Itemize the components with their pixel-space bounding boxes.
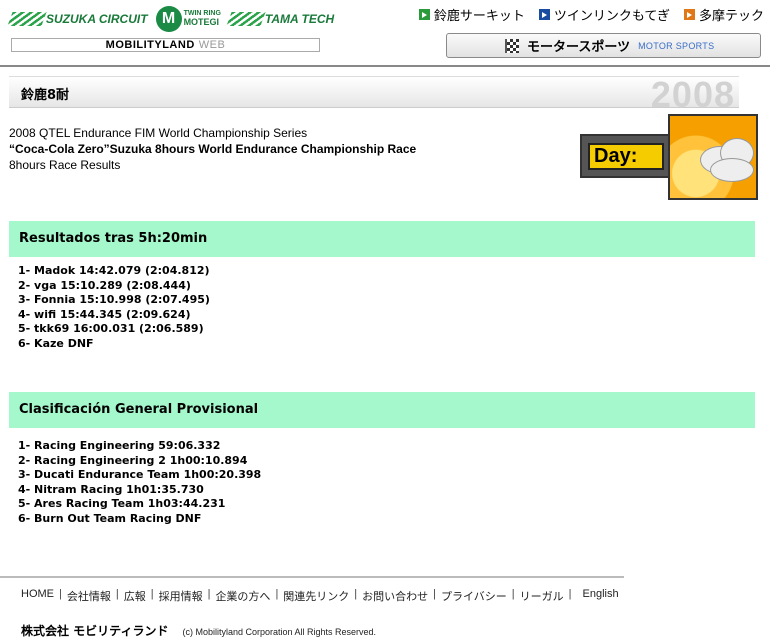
year-watermark: 2008 (650, 74, 735, 115)
partly-cloudy-icon (668, 114, 758, 200)
footer-link-recruit[interactable]: 採用情報 (159, 588, 203, 604)
checkered-flag-icon (505, 39, 519, 53)
list-item: 6- Kaze DNF (18, 336, 94, 350)
corporation-name: 株式会社 モビリティランド (21, 624, 169, 638)
top-link-suzuka[interactable]: 鈴鹿サーキット (418, 5, 525, 24)
green-arrow-icon (418, 9, 430, 20)
motegi-logo[interactable]: M TWIN RING MOTEGI (155, 6, 221, 32)
mobilityland-web-link[interactable]: MOBILITYLAND WEB (11, 38, 320, 52)
site-header: SUZUKA CIRCUIT M TWIN RING MOTEGI TAMA TE… (0, 0, 770, 67)
general-classification-list: 1- Racing Engineering 59:06.332 2- Racin… (18, 439, 261, 526)
list-item: 2- vga 15:10.289 (2:08.444) (18, 278, 191, 292)
list-item: 6- Burn Out Team Racing DNF (18, 511, 202, 525)
event-intro: 2008 QTEL Endurance FIM World Championsh… (9, 125, 416, 173)
race-name: “Coca-Cola Zero”Suzuka 8hours World Endu… (9, 142, 417, 156)
motegi-m-icon: M (155, 6, 182, 32)
header-divider (0, 65, 770, 67)
page-title-bar: 鈴鹿8耐 2008 (9, 74, 739, 115)
day-label: Day: (588, 143, 664, 170)
footer-link-related[interactable]: 関連先リンク (283, 588, 349, 604)
list-item: 3- Fonnia 15:10.998 (2:07.495) (18, 293, 210, 306)
suzuka-circuit-logo[interactable]: SUZUKA CIRCUIT (7, 12, 148, 26)
footer-link-home[interactable]: HOME (21, 588, 54, 604)
list-item: 5- tkk69 16:00.031 (2:06.589) (18, 322, 204, 335)
footer-link-privacy[interactable]: プライバシー (441, 588, 507, 604)
footer-link-business[interactable]: 企業の方へ (215, 588, 270, 604)
tamatech-logo[interactable]: TAMA TECH (226, 12, 334, 26)
list-item: 3- Ducati Endurance Team 1h00:20.398 (18, 468, 262, 481)
copyright: (c) Mobilityland Corporation All Rights … (182, 627, 377, 637)
footer-link-legal[interactable]: リーガル (520, 588, 564, 604)
top-link-motegi[interactable]: ツインリンクもてぎ (538, 5, 670, 24)
footer-link-pr[interactable]: 広報 (124, 588, 146, 604)
section-heading-partial-results: Resultados tras 5h:20min (9, 221, 755, 257)
list-item: 5- Ares Racing Team 1h03:44.231 (18, 497, 226, 510)
checkered-stripe-icon (7, 12, 47, 26)
top-links: 鈴鹿サーキット ツインリンクもてぎ 多摩テック (418, 5, 764, 24)
day-label-box: Day: (580, 134, 670, 178)
footer-nav: HOME | 会社情報 | 広報 | 採用情報 | 企業の方へ | 関連先リンク | お問い… (21, 588, 619, 604)
orange-arrow-icon (683, 9, 695, 20)
checkered-stripe-icon (226, 12, 266, 26)
list-item: 4- wifi 15:44.345 (2:09.624) (18, 307, 191, 321)
footer-divider (0, 576, 624, 578)
section-heading-general-classification: Clasificación General Provisional (9, 392, 755, 428)
footer-link-contact[interactable]: お問い合わせ (362, 588, 428, 604)
partial-results-list: 1- Madok 14:42.079 (2:04.812) 2- vga 15:… (18, 264, 210, 351)
list-item: 2- Racing Engineering 2 1h00:10.894 (18, 453, 248, 467)
series-name: 2008 QTEL Endurance FIM World Championsh… (9, 126, 308, 140)
list-item: 4- Nitram Racing 1h01:35.730 (18, 482, 204, 496)
brand-logos: SUZUKA CIRCUIT M TWIN RING MOTEGI TAMA TE… (7, 4, 342, 34)
list-item: 1- Madok 14:42.079 (2:04.812) (18, 264, 210, 277)
footer-link-company[interactable]: 会社情報 (67, 588, 111, 604)
list-item: 1- Racing Engineering 59:06.332 (18, 439, 221, 452)
day-weather-badge: Day: (580, 114, 758, 200)
page-title: 鈴鹿8耐 (21, 88, 70, 103)
results-caption: 8hours Race Results (9, 158, 121, 172)
motorsports-button[interactable]: モータースポーツ MOTOR SPORTS (446, 33, 761, 58)
footer-link-english[interactable]: English (583, 588, 619, 604)
top-link-tamatech[interactable]: 多摩テック (683, 5, 764, 24)
blue-arrow-icon (538, 9, 550, 20)
footer-corp: 株式会社 モビリティランド (c) Mobilityland Corporati… (21, 622, 376, 639)
